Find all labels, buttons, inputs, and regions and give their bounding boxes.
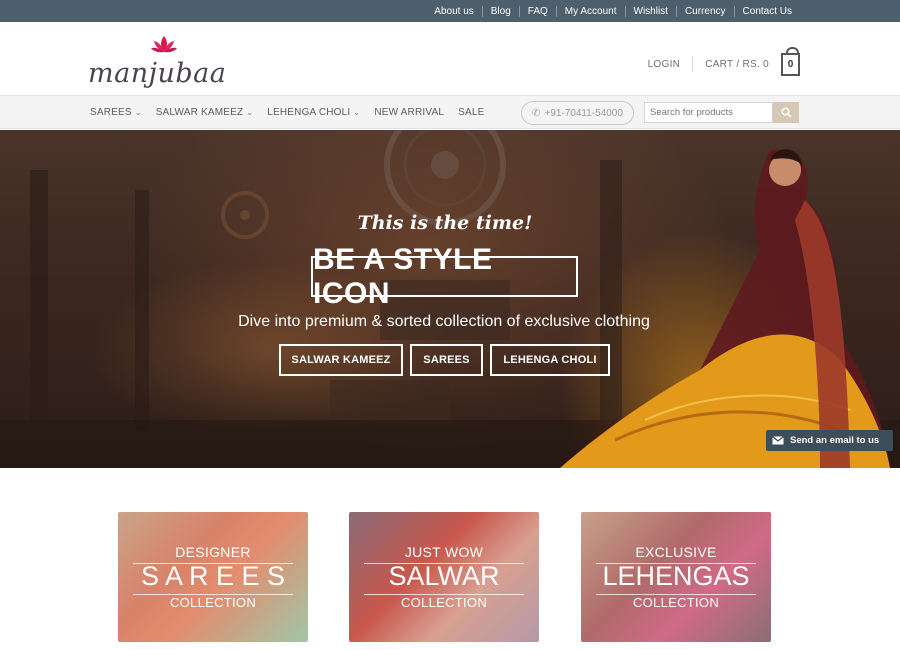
nav-item-sarees[interactable]: SAREES ⌄	[90, 107, 142, 118]
lehenga-choli-button[interactable]: LEHENGA CHOLI	[490, 344, 610, 376]
nav-item-label: NEW ARRIVAL	[374, 107, 445, 118]
link-currency[interactable]: Currency	[675, 5, 734, 17]
cart-bag-icon[interactable]: 0	[781, 46, 800, 76]
nav-item-label: LEHENGA CHOLI	[267, 107, 351, 118]
hero-subtitle: Dive into premium & sorted collection of…	[238, 313, 650, 330]
nav-item-salwar-kameez[interactable]: SALWAR KAMEEZ ⌄	[156, 107, 254, 118]
collection-card-bottom: COLLECTION	[632, 595, 720, 610]
link-my-account[interactable]: My Account	[555, 5, 625, 17]
nav-item-label: SAREES	[90, 107, 132, 118]
link-about-us[interactable]: About us	[426, 6, 481, 17]
link-contact-us[interactable]: Contact Us	[733, 5, 800, 17]
collection-card-sarees[interactable]: DESIGNER S A R E E S COLLECTION	[118, 512, 308, 642]
chevron-down-icon: ⌄	[134, 108, 142, 117]
hero-buttons: SALWAR KAMEEZ SAREES LEHENGA CHOLI	[279, 344, 617, 376]
collection-card-bottom: COLLECTION	[400, 595, 488, 610]
collection-card-top: DESIGNER	[175, 544, 251, 560]
envelope-icon	[766, 430, 790, 451]
hero-title: BE A STYLE ICON	[311, 243, 578, 310]
search-input[interactable]	[644, 102, 773, 123]
collection-card-salwar[interactable]: JUST WOW SALWAR COLLECTION	[349, 512, 539, 642]
logo-text: manjubaa	[88, 58, 227, 89]
collection-card-bottom: COLLECTION	[169, 595, 257, 610]
collection-card-top: JUST WOW	[404, 544, 484, 560]
nav-item-sale[interactable]: SALE	[458, 107, 484, 118]
collection-card-title: S A R E E S	[140, 561, 286, 591]
nav-item-lehenga-choli[interactable]: LEHENGA CHOLI ⌄	[267, 107, 360, 118]
cart-count: 0	[787, 58, 794, 70]
nav-menu: SAREES ⌄ SALWAR KAMEEZ ⌄ LEHENGA CHOLI ⌄ NE…	[90, 96, 499, 129]
top-links: About us Blog FAQ My Account Wishlist Cu…	[426, 0, 800, 22]
collection-card-lehengas[interactable]: EXCLUSIVE LEHENGAS COLLECTION	[581, 512, 771, 642]
chevron-down-icon: ⌄	[353, 108, 361, 117]
search-icon	[780, 107, 792, 118]
phone-button[interactable]: ✆ +91-70411-54000	[521, 101, 634, 125]
email-us-tab[interactable]: Send an email to us	[766, 430, 893, 451]
lotus-icon	[151, 36, 177, 53]
collection-card-title: SALWAR	[388, 561, 500, 591]
sarees-button[interactable]: SAREES	[410, 344, 483, 376]
login-link[interactable]: LOGIN	[648, 59, 693, 70]
main-nav: SAREES ⌄ SALWAR KAMEEZ ⌄ LEHENGA CHOLI ⌄ NE…	[0, 96, 900, 129]
phone-number: +91-70411-54000	[544, 107, 623, 119]
link-wishlist[interactable]: Wishlist	[624, 5, 676, 17]
hero-banner: This is the time! BE A STYLE ICON Dive i…	[0, 130, 900, 468]
link-faq[interactable]: FAQ	[518, 5, 556, 17]
collection-card-top: EXCLUSIVE	[635, 544, 717, 560]
nav-item-label: SALE	[458, 107, 485, 118]
email-us-label: Send an email to us	[790, 435, 880, 446]
top-bar: About us Blog FAQ My Account Wishlist Cu…	[0, 0, 900, 22]
site-header: manjubaa LOGIN CART / RS. 0 0	[0, 22, 900, 96]
cart-link[interactable]: CART / RS. 0	[693, 59, 781, 70]
nav-item-new-arrival[interactable]: NEW ARRIVAL	[374, 107, 444, 118]
link-blog[interactable]: Blog	[481, 5, 519, 17]
header-actions: LOGIN CART / RS. 0 0	[648, 46, 800, 78]
chevron-down-icon: ⌄	[246, 108, 254, 117]
collections-row: DESIGNER S A R E E S COLLECTION JUST WOW…	[118, 512, 778, 642]
search-button[interactable]	[773, 102, 799, 123]
search-form	[644, 102, 799, 123]
hero-tagline: This is the time!	[357, 212, 533, 234]
salwar-kameez-button[interactable]: SALWAR KAMEEZ	[279, 344, 403, 376]
nav-item-label: SALWAR KAMEEZ	[155, 107, 244, 118]
phone-icon: ✆	[532, 107, 541, 119]
logo[interactable]: manjubaa	[88, 32, 228, 90]
collection-card-title: LEHENGAS	[602, 561, 750, 591]
